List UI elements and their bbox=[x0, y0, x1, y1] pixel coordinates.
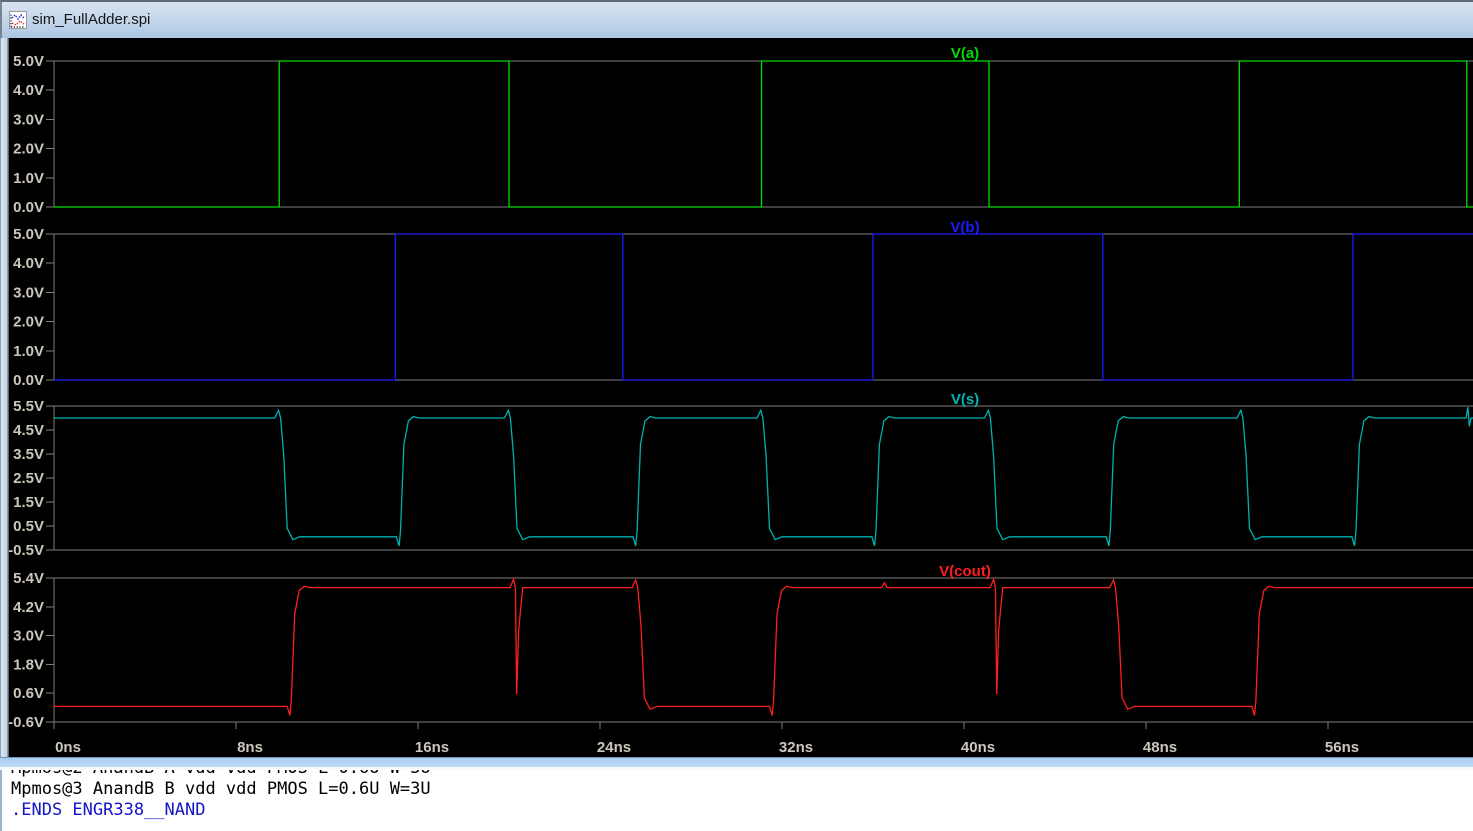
pane-V(s)[interactable]: 5.5V 4.5V 3.5V 2.5V 1.5V 0.5V -0.5V V(s) bbox=[8, 391, 1473, 559]
netlist-line: Mpmos@3 AnandB B vdd vdd PMOS L=0.6U W=3… bbox=[11, 779, 431, 799]
pane-V(a)[interactable]: 5.0V 4.0V 3.0V 2.0V 1.0V 0.0V V(a) bbox=[13, 45, 1473, 216]
window-titlebar[interactable]: sim_FullAdder.spi bbox=[0, 0, 1473, 38]
pane-V(cout)[interactable]: 5.4V 4.2V 3.0V 1.8V 0.6V -0.6V V(cout) bbox=[8, 563, 1473, 731]
trace-label-V(a)[interactable]: V(a) bbox=[951, 45, 979, 62]
netlist-line: .ENDS ENGR338__NAND bbox=[11, 800, 206, 820]
x-axis: 0ns 8ns 16ns 24ns 32ns 40ns 48ns 56ns bbox=[53, 722, 1359, 756]
pane-splitter[interactable] bbox=[0, 757, 1473, 770]
window-title: sim_FullAdder.spi bbox=[32, 11, 151, 28]
y-tick-label: -0.6V bbox=[8, 714, 44, 731]
netlist-editor[interactable]: Mpmos@2 AnandB A vdd vdd PMOS L=0.6U W=3… bbox=[0, 770, 1473, 831]
y-tick-label: 4.0V bbox=[13, 82, 44, 99]
y-tick-label: 4.5V bbox=[13, 422, 44, 439]
x-tick-label: 56ns bbox=[1325, 739, 1359, 756]
x-tick-label: 0ns bbox=[55, 739, 81, 756]
window-left-frame bbox=[0, 38, 9, 757]
trace-V(a) bbox=[54, 60, 1473, 208]
pane-V(b)[interactable]: 5.0V4.0V3.0V2.0V1.0V0.0VV(b) bbox=[13, 219, 1473, 389]
y-tick-label: 2.5V bbox=[13, 470, 44, 487]
x-tick-label: 40ns bbox=[961, 739, 995, 756]
y-tick-label: 0.0V bbox=[13, 199, 44, 216]
waveform-file-icon bbox=[9, 11, 27, 29]
y-tick-label: -0.5V bbox=[8, 542, 44, 559]
y-tick-label: 5.5V bbox=[13, 398, 44, 415]
x-tick-label: 16ns bbox=[415, 739, 449, 756]
trace-label-V(cout)[interactable]: V(cout) bbox=[939, 563, 991, 580]
y-tick-label: 3.0V bbox=[13, 284, 44, 301]
y-tick-label: 5.4V bbox=[13, 570, 44, 587]
y-tick-label: 1.8V bbox=[13, 656, 44, 673]
y-tick-label: 3.0V bbox=[13, 111, 44, 128]
y-tick-label: 4.0V bbox=[13, 255, 44, 272]
y-tick-label: 3.5V bbox=[13, 446, 44, 463]
y-tick-label: 3.0V bbox=[13, 628, 44, 645]
y-tick-label: 4.2V bbox=[13, 599, 44, 616]
trace-V(s) bbox=[54, 407, 1473, 547]
y-tick-label: 5.0V bbox=[13, 226, 44, 243]
y-tick-label: 5.0V bbox=[13, 53, 44, 70]
x-tick-label: 8ns bbox=[237, 739, 263, 756]
x-tick-label: 32ns bbox=[779, 739, 813, 756]
y-tick-label: 2.0V bbox=[13, 141, 44, 158]
y-tick-label: 1.0V bbox=[13, 170, 44, 187]
waveform-plot[interactable]: 5.0V 4.0V 3.0V 2.0V 1.0V 0.0V V(a) 5.0V 4.0V 3.0V… bbox=[0, 38, 1473, 757]
ltspice-window: { "window": { "title": "sim_FullAdder.sp… bbox=[0, 0, 1473, 831]
y-tick-label: 2.0V bbox=[13, 314, 44, 331]
trace-V(cout) bbox=[54, 576, 1473, 716]
y-tick-label: 0.6V bbox=[13, 685, 44, 702]
x-tick-label: 24ns bbox=[597, 739, 631, 756]
netlist-line: Mpmos@2 AnandB A vdd vdd PMOS L=0.6U W=3… bbox=[2, 770, 1473, 779]
y-tick-label: 1.5V bbox=[13, 494, 44, 511]
trace-V(b) bbox=[54, 233, 1473, 381]
waveform-plot-area[interactable]: 5.0V 4.0V 3.0V 2.0V 1.0V 0.0V V(a) 5.0V 4.0V 3.0V… bbox=[0, 38, 1473, 757]
y-tick-label: 0.0V bbox=[13, 372, 44, 389]
x-tick-label: 48ns bbox=[1143, 739, 1177, 756]
trace-label-V(s)[interactable]: V(s) bbox=[951, 391, 979, 408]
y-tick-label: 0.5V bbox=[13, 518, 44, 535]
y-tick-label: 1.0V bbox=[13, 343, 44, 360]
